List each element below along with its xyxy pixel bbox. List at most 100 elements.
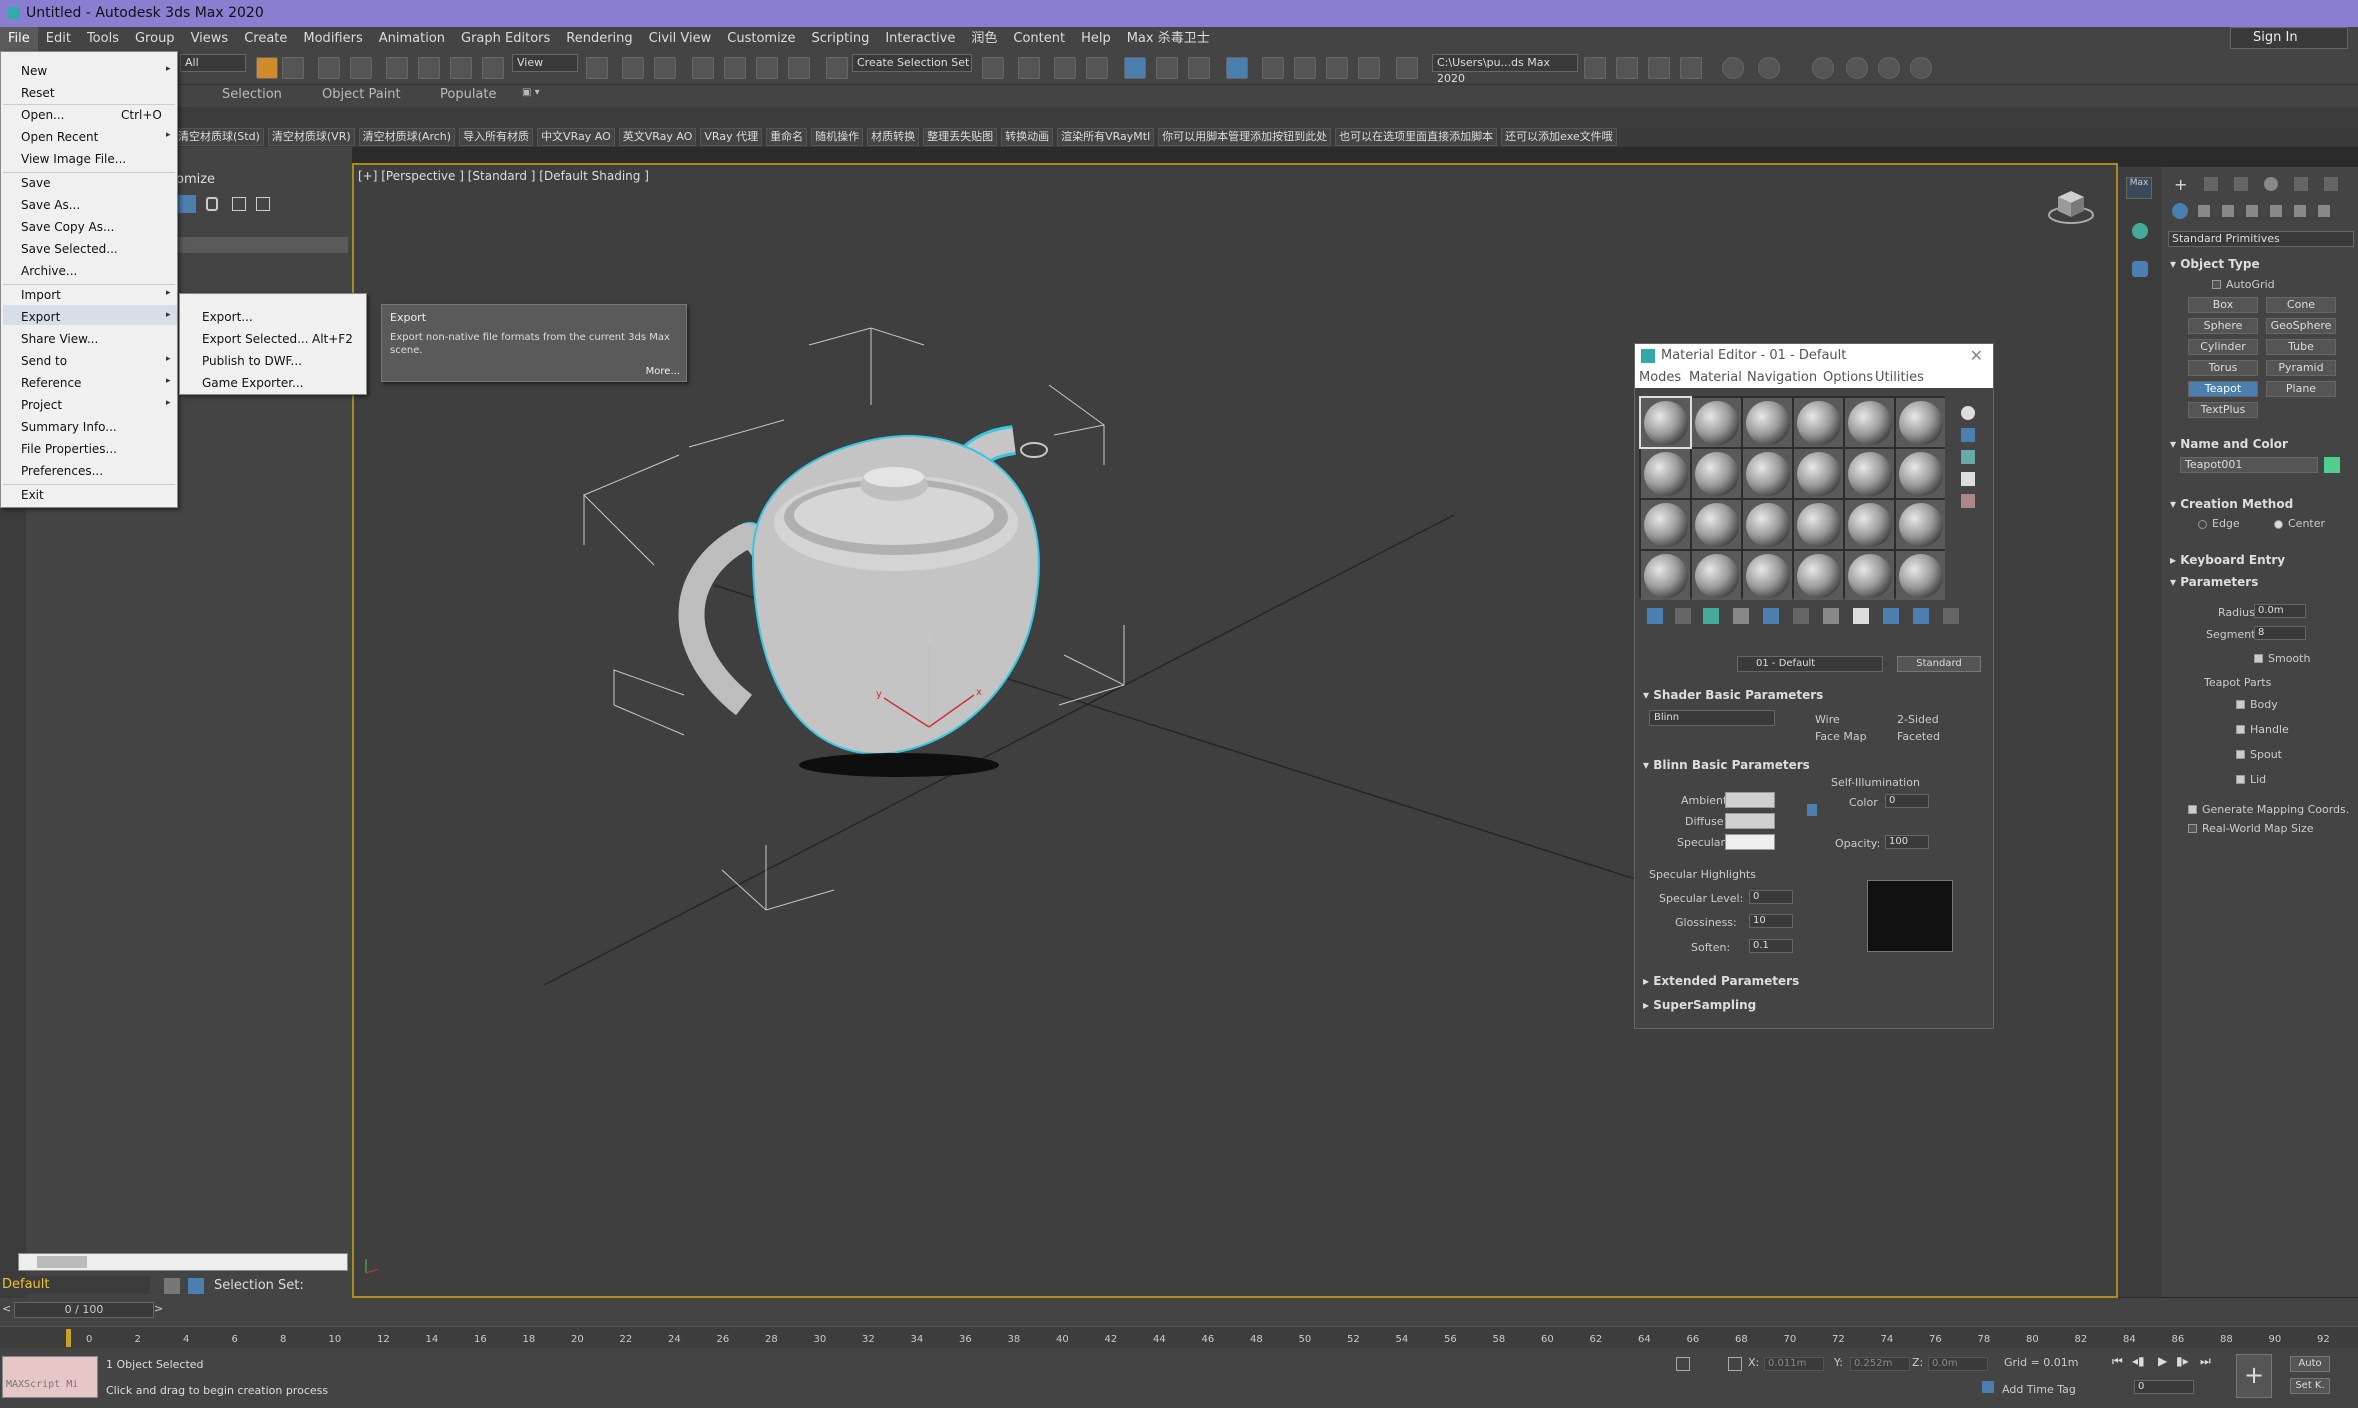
time-tag-icon[interactable] — [1982, 1381, 1994, 1393]
specular-swatch[interactable] — [1725, 834, 1775, 850]
blinn-basic-rollout[interactable]: ▾ Blinn Basic Parameters — [1643, 758, 1987, 778]
rotate-icon[interactable] — [418, 57, 440, 79]
cone-button[interactable]: Cone — [2266, 297, 2336, 313]
sample-type-icon[interactable] — [1961, 406, 1975, 420]
tooltip-more-link[interactable]: More... — [646, 366, 680, 377]
dot-medium-icon[interactable] — [1846, 57, 1868, 79]
go-to-start-icon[interactable]: ⏮ — [2112, 1354, 2123, 1369]
ribbon-toggle-icon[interactable] — [1124, 57, 1146, 79]
body-checkbox[interactable] — [2236, 700, 2245, 709]
sample-slot[interactable] — [1845, 449, 1894, 498]
isolate-icon[interactable] — [1676, 1357, 1690, 1371]
menu-content[interactable]: Content — [1005, 27, 1073, 51]
edge-radio[interactable] — [2198, 520, 2207, 529]
sample-slot[interactable] — [1845, 500, 1894, 549]
supersampling-rollout[interactable]: ▸ SuperSampling — [1643, 998, 1987, 1018]
menu-max-antivirus[interactable]: Max 杀毒卫士 — [1119, 27, 1218, 51]
diffuse-swatch[interactable] — [1725, 813, 1775, 829]
extended-params-rollout[interactable]: ▸ Extended Parameters — [1643, 974, 1987, 994]
segments-spinner[interactable]: 8 — [2254, 626, 2306, 640]
menu-civil-view[interactable]: Civil View — [641, 27, 720, 51]
file-menu-item-open-recent[interactable]: Open Recent — [21, 130, 98, 144]
sample-slot[interactable] — [1794, 398, 1843, 447]
lock-icon[interactable] — [1807, 804, 1817, 816]
spout-checkbox[interactable] — [2236, 750, 2245, 759]
auto-key-button[interactable]: Auto — [2290, 1356, 2330, 1372]
display-tab-icon[interactable] — [2294, 177, 2308, 191]
dot-xlarge-icon[interactable] — [1910, 57, 1932, 79]
menu-scripting[interactable]: Scripting — [804, 27, 878, 51]
go-to-parent-icon[interactable] — [1943, 608, 1959, 624]
keyboard-shortcut-icon[interactable] — [654, 57, 676, 79]
menu-utilities[interactable]: Utilities — [1875, 370, 1924, 385]
sample-slot[interactable] — [1692, 398, 1741, 447]
reset-map-icon[interactable] — [1733, 608, 1749, 624]
file-menu-item-reference[interactable]: Reference — [21, 376, 81, 390]
script-button[interactable]: 转换动画 — [1001, 128, 1054, 146]
sample-slot[interactable] — [1641, 500, 1690, 549]
tube-button[interactable]: Tube — [2266, 339, 2336, 355]
x-coordinate-field[interactable]: 0.011m — [1764, 1357, 1824, 1371]
creation-method-rollout[interactable]: ▾ Creation Method — [2170, 497, 2293, 511]
pivot-icon[interactable] — [586, 57, 608, 79]
render-setup-icon[interactable] — [1262, 57, 1284, 79]
script-button[interactable]: 材质转换 — [867, 128, 920, 146]
script-button[interactable]: 你可以用脚本管理添加按钮到此处 — [1158, 128, 1332, 146]
filter-icon[interactable] — [178, 195, 196, 213]
export-item[interactable]: Export... — [202, 310, 253, 324]
snap-toggle-icon[interactable] — [1722, 57, 1744, 79]
create-tab-icon[interactable]: + — [2174, 175, 2187, 194]
set-key-icon[interactable]: + — [2236, 1354, 2272, 1398]
faceted-checkbox[interactable]: Faceted — [1897, 730, 1940, 743]
project-tools-icon[interactable] — [1648, 57, 1670, 79]
autogrid-checkbox[interactable] — [2212, 280, 2221, 289]
align-icon[interactable] — [1018, 57, 1040, 79]
plane-button[interactable]: Plane — [2266, 381, 2336, 397]
tab-selection[interactable]: Selection — [222, 87, 282, 102]
sample-slot[interactable] — [1845, 551, 1894, 600]
menu-create[interactable]: Create — [236, 27, 295, 51]
two-sided-checkbox[interactable]: 2-Sided — [1897, 713, 1939, 726]
wire-checkbox[interactable]: Wire — [1815, 713, 1840, 726]
snap-3d-icon[interactable] — [692, 57, 714, 79]
render-production-icon[interactable] — [1326, 57, 1348, 79]
script-button[interactable]: 整理丢失贴图 — [923, 128, 998, 146]
textplus-button[interactable]: TextPlus — [2188, 402, 2258, 418]
geometry-icon[interactable] — [2172, 203, 2188, 219]
layer-explorer-icon[interactable] — [1054, 57, 1076, 79]
torus-button[interactable]: Torus — [2188, 360, 2258, 376]
menu-customize[interactable]: Customize — [719, 27, 803, 51]
file-menu-item-save-as[interactable]: Save As... — [21, 198, 80, 212]
geosphere-button[interactable]: GeoSphere — [2266, 318, 2336, 334]
file-menu-item-save-copy-as[interactable]: Save Copy As... — [21, 220, 114, 234]
menu-modes[interactable]: Modes — [1639, 370, 1681, 385]
dot-small-icon[interactable] — [1812, 57, 1834, 79]
tab-populate[interactable]: Populate — [440, 87, 497, 102]
sample-slot[interactable] — [1794, 500, 1843, 549]
tab-object-paint[interactable]: Object Paint — [322, 87, 401, 102]
center-radio[interactable] — [2274, 520, 2283, 529]
scene-explorer-icon[interactable] — [1086, 57, 1108, 79]
menu-edit[interactable]: Edit — [38, 27, 79, 51]
script-button[interactable]: 随机操作 — [811, 128, 864, 146]
script-button[interactable]: 导入所有材质 — [459, 128, 534, 146]
time-marker[interactable] — [66, 1329, 71, 1347]
place-icon[interactable] — [482, 57, 504, 79]
sample-slot[interactable] — [1743, 398, 1792, 447]
selection-filter-dropdown[interactable]: All — [180, 54, 246, 72]
sample-slot[interactable] — [1896, 449, 1945, 498]
space-warps-icon[interactable] — [2294, 205, 2306, 217]
curve-editor-icon[interactable] — [1156, 57, 1178, 79]
background-icon[interactable] — [1961, 450, 1975, 464]
sample-slot[interactable] — [1794, 449, 1843, 498]
sample-slot[interactable] — [1692, 500, 1741, 549]
sample-slot[interactable] — [1692, 551, 1741, 600]
sample-slot[interactable] — [1896, 500, 1945, 549]
file-menu-item-share-view[interactable]: Share View... — [21, 332, 98, 346]
smooth-checkbox[interactable] — [2254, 654, 2263, 663]
sample-slot[interactable] — [1845, 398, 1894, 447]
menu-views[interactable]: Views — [183, 27, 237, 51]
gen-mapping-checkbox[interactable] — [2188, 805, 2197, 814]
make-unique-icon[interactable] — [1793, 608, 1809, 624]
menu-graph-editors[interactable]: Graph Editors — [453, 27, 558, 51]
